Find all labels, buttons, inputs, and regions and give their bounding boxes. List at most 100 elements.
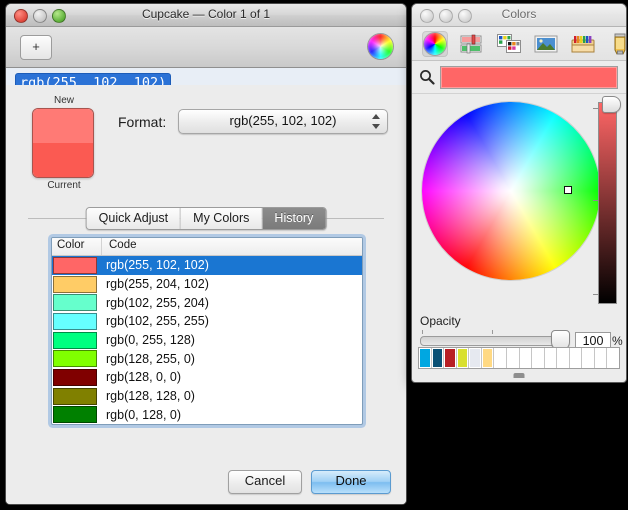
palette-swatch[interactable] xyxy=(432,348,445,368)
row-color-cell xyxy=(52,406,99,424)
opacity-label: Opacity xyxy=(420,314,461,328)
palette-swatch[interactable] xyxy=(444,348,457,368)
palette-swatch[interactable] xyxy=(557,348,570,368)
table-row[interactable]: rgb(255, 204, 102) xyxy=(52,275,362,294)
row-code-cell: rgb(255, 102, 102) xyxy=(106,258,209,273)
palette-swatch-fill xyxy=(420,349,430,367)
palette-swatch[interactable] xyxy=(507,348,520,368)
table-row[interactable]: rgb(0, 255, 128) xyxy=(52,331,362,350)
image-palettes-icon[interactable] xyxy=(533,31,559,57)
format-value: rgb(255, 102, 102) xyxy=(229,113,337,128)
color-wheel-picker[interactable] xyxy=(422,102,600,280)
row-code-cell: rgb(128, 0, 0) xyxy=(106,370,182,385)
color-preview-row xyxy=(412,61,626,94)
color-palettes-icon[interactable] xyxy=(496,31,522,57)
row-code-cell: rgb(128, 128, 0) xyxy=(106,389,195,404)
row-code-cell: rgb(128, 255, 0) xyxy=(106,351,195,366)
table-row[interactable]: rgb(128, 255, 0) xyxy=(52,349,362,368)
palette-swatch[interactable] xyxy=(520,348,533,368)
color-wheel-marker[interactable] xyxy=(564,186,572,194)
color-wheel-icon[interactable] xyxy=(422,30,448,57)
preview-current-label: Current xyxy=(47,180,81,191)
row-color-cell xyxy=(52,387,99,405)
table-row[interactable]: rgb(0, 128, 0) xyxy=(52,406,362,425)
main-toolbar: + xyxy=(6,27,406,68)
window-title: Cupcake — Color 1 of 1 xyxy=(141,7,271,21)
format-label: Format: xyxy=(118,114,167,130)
color-preview: New Current xyxy=(32,95,96,193)
column-header-code[interactable]: Code xyxy=(102,238,137,255)
palette-swatch[interactable] xyxy=(595,348,608,368)
tab-quick-adjust[interactable]: Quick Adjust xyxy=(86,208,182,229)
palette-swatch-fill xyxy=(470,349,480,367)
palette-swatch[interactable] xyxy=(494,348,507,368)
palette-swatch[interactable] xyxy=(545,348,558,368)
palette-swatch-fill xyxy=(432,349,443,367)
colors-panel: Colors Opacity 100 % xyxy=(411,3,627,383)
palette-swatch[interactable] xyxy=(469,348,482,368)
color-wheel-icon[interactable] xyxy=(368,34,393,59)
color-wheel-area xyxy=(412,94,626,312)
opacity-unit: % xyxy=(612,334,623,348)
swatch-strip[interactable] xyxy=(418,347,620,369)
preview-new-swatch xyxy=(33,109,93,143)
cancel-button[interactable]: Cancel xyxy=(228,470,302,494)
color-swatch xyxy=(53,312,97,330)
palette-swatch[interactable] xyxy=(457,348,470,368)
format-select[interactable]: rgb(255, 102, 102) xyxy=(178,109,388,134)
color-swatch xyxy=(53,387,97,405)
brightness-slider[interactable] xyxy=(598,102,617,304)
color-swatch xyxy=(53,406,97,424)
preview-new-label: New xyxy=(53,95,74,106)
palette-swatch[interactable] xyxy=(607,348,619,368)
palette-swatch[interactable] xyxy=(582,348,595,368)
swatch-strip-grip[interactable] xyxy=(513,373,525,378)
brightness-slider-knob[interactable] xyxy=(602,96,621,113)
row-color-cell xyxy=(52,368,99,386)
dialog-footer: Cancel Done xyxy=(6,458,406,504)
palette-swatch-fill xyxy=(445,349,455,367)
palette-swatch-fill xyxy=(482,349,493,367)
column-header-color[interactable]: Color xyxy=(52,238,102,255)
current-color-preview[interactable] xyxy=(440,65,618,89)
chevron-updown-icon xyxy=(371,114,380,129)
tab-history[interactable]: History xyxy=(262,208,326,229)
history-list[interactable]: Color Code rgb(255, 102, 102) rgb(255, 20… xyxy=(51,237,363,425)
table-row[interactable]: rgb(128, 128, 0) xyxy=(52,387,362,406)
add-color-button[interactable]: + xyxy=(20,35,52,60)
table-row[interactable]: rgb(128, 0, 0) xyxy=(52,368,362,387)
palette-swatch[interactable] xyxy=(419,348,432,368)
row-color-cell xyxy=(52,275,99,293)
table-row[interactable]: rgb(102, 255, 255) xyxy=(52,312,362,331)
preview-current-swatch xyxy=(33,143,93,177)
paint-tube-icon[interactable] xyxy=(607,31,626,57)
row-code-cell: rgb(255, 204, 102) xyxy=(106,277,209,292)
done-button[interactable]: Done xyxy=(311,470,391,494)
palette-swatch[interactable] xyxy=(482,348,495,368)
color-swatch xyxy=(53,350,97,368)
palette-swatch[interactable] xyxy=(532,348,545,368)
color-swatch xyxy=(53,294,97,312)
preview-swatch[interactable] xyxy=(32,108,94,178)
row-color-cell xyxy=(52,312,99,330)
colors-panel-title: Colors xyxy=(501,7,537,21)
row-color-cell xyxy=(52,331,99,349)
colors-titlebar: Colors xyxy=(412,4,626,27)
color-swatch xyxy=(53,256,97,274)
table-row[interactable]: rgb(102, 255, 204) xyxy=(52,293,362,312)
table-row[interactable]: rgb(255, 102, 102) xyxy=(52,256,362,275)
main-titlebar: Cupcake — Color 1 of 1 xyxy=(6,4,406,27)
eyedropper-magnifier-icon[interactable] xyxy=(419,69,435,85)
crayons-icon[interactable] xyxy=(570,31,596,57)
tab-bar: Quick Adjust My Colors History xyxy=(6,207,406,231)
color-sliders-icon[interactable] xyxy=(459,31,485,57)
list-rows: rgb(255, 102, 102) rgb(255, 204, 102) rgb(… xyxy=(52,256,362,424)
list-header: Color Code xyxy=(52,238,362,256)
tab-my-colors[interactable]: My Colors xyxy=(181,208,263,229)
opacity-row: Opacity 100 % xyxy=(412,312,626,352)
color-swatch xyxy=(53,331,97,349)
palette-swatch[interactable] xyxy=(570,348,583,368)
row-code-cell: rgb(0, 255, 128) xyxy=(106,333,195,348)
opacity-slider[interactable] xyxy=(420,336,569,346)
row-color-cell xyxy=(52,350,99,368)
